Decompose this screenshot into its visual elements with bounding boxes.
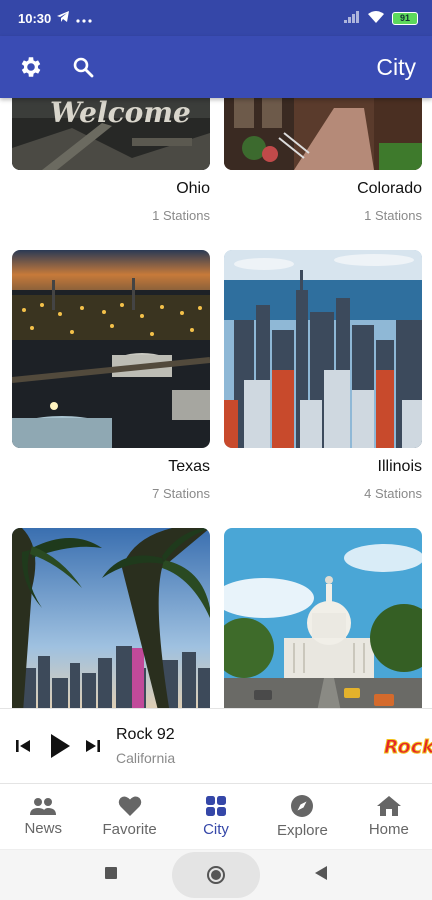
city-card-texas[interactable]: Texas 7 Stations xyxy=(12,250,210,510)
nav-news-label: News xyxy=(24,820,62,837)
gear-icon xyxy=(21,57,41,77)
compass-icon xyxy=(291,795,314,817)
welcome-sign-photo: Welcome xyxy=(12,98,210,170)
station-logo: Rock 9 xyxy=(380,729,432,766)
nav-explore[interactable]: Explore xyxy=(259,784,345,849)
nav-home-label: Home xyxy=(368,821,409,838)
status-bar: 10:30 91 xyxy=(0,0,432,36)
city-name: Texas xyxy=(168,458,210,475)
street-sidewalk-photo xyxy=(224,98,422,170)
more-notifications-icon xyxy=(76,11,92,26)
nav-city-label: City xyxy=(203,821,229,838)
circle-icon xyxy=(207,866,225,884)
miami-palms-photo xyxy=(12,528,210,708)
nav-explore-label: Explore xyxy=(276,822,328,839)
skip-previous-icon xyxy=(16,740,30,752)
city-station-count: 7 Stations xyxy=(152,486,210,501)
page-title: City xyxy=(376,53,416,80)
svg-text:Rock 9: Rock 9 xyxy=(384,736,432,758)
city-card-florida[interactable] xyxy=(12,528,210,708)
station-region: California xyxy=(116,750,176,766)
city-card-illinois[interactable]: Illinois 4 Stations xyxy=(224,250,422,510)
refinery-night-photo xyxy=(12,250,210,448)
play-icon xyxy=(51,734,70,758)
skip-next-icon xyxy=(86,740,100,752)
status-time: 10:30 xyxy=(18,10,52,26)
telegram-icon xyxy=(57,10,70,26)
home-icon xyxy=(376,796,401,816)
next-button[interactable] xyxy=(84,738,102,754)
now-playing-info[interactable]: Rock 92 California xyxy=(116,726,175,766)
nav-city[interactable]: City xyxy=(173,784,259,849)
mini-player: Rock 92 California Rock 9 xyxy=(0,708,432,784)
city-name: Illinois xyxy=(377,458,422,475)
people-icon xyxy=(30,798,57,815)
square-icon xyxy=(105,866,117,879)
nav-news[interactable]: News xyxy=(0,784,86,849)
play-button[interactable] xyxy=(48,733,72,759)
heart-icon xyxy=(118,796,141,816)
back-triangle-icon xyxy=(315,865,327,880)
system-navigation-bar xyxy=(0,850,432,900)
back-button[interactable] xyxy=(314,865,328,886)
city-station-count: 1 Stations xyxy=(152,208,210,223)
previous-button[interactable] xyxy=(14,738,32,754)
battery-icon: 91 xyxy=(392,11,418,25)
capitol-building-photo xyxy=(224,528,422,708)
grid-icon xyxy=(206,796,227,816)
search-button[interactable] xyxy=(68,52,98,82)
recents-button[interactable] xyxy=(104,866,118,885)
city-card-ohio[interactable]: Welcome Ohio 1 Stations xyxy=(12,98,210,238)
nav-favorite-label: Favorite xyxy=(102,821,157,838)
app-bar: City xyxy=(0,36,432,98)
nav-favorite[interactable]: Favorite xyxy=(86,784,172,849)
city-card-dc[interactable] xyxy=(224,528,422,708)
bottom-navigation: News Favorite City Explore Home xyxy=(0,784,432,850)
home-system-button[interactable] xyxy=(172,852,260,898)
signal-icon xyxy=(344,10,360,26)
city-name: Colorado xyxy=(357,180,422,197)
nav-home[interactable]: Home xyxy=(346,784,432,849)
chicago-skyline-photo xyxy=(224,250,422,448)
wifi-icon xyxy=(368,10,384,26)
city-station-count: 1 Stations xyxy=(364,208,422,223)
city-grid: Welcome Ohio 1 Stations Colorado 1 Stati… xyxy=(0,98,432,708)
settings-button[interactable] xyxy=(16,52,46,82)
city-card-colorado[interactable]: Colorado 1 Stations xyxy=(224,98,422,238)
station-name: Rock 92 xyxy=(116,726,175,743)
search-icon xyxy=(73,57,94,78)
city-name: Ohio xyxy=(176,180,210,197)
welcome-sign-text: Welcome xyxy=(50,98,191,129)
city-station-count: 4 Stations xyxy=(364,486,422,501)
